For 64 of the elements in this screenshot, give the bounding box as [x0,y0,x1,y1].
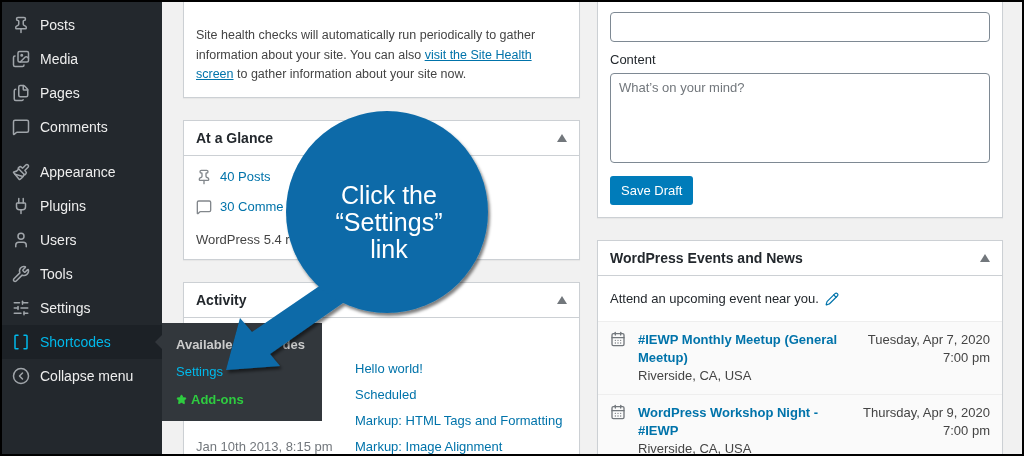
menu-icon [12,333,30,351]
submenu-link[interactable]: Settings [176,364,308,380]
sidebar-item[interactable]: Comments [2,110,162,144]
events-intro: Attend an upcoming event near you. [610,291,819,306]
content-field[interactable]: What’s on your mind? [610,73,990,163]
card-title: Activity [196,291,247,308]
menu-icon [12,84,30,102]
callout-text: link [370,236,408,263]
sidebar-item[interactable]: Posts [2,8,162,42]
event-link[interactable]: #IEWP Monthly Meetup (General Meetup) [638,331,842,367]
card-title: At a Glance [196,129,274,146]
star-icon [176,393,187,405]
menu-icon [12,265,30,283]
event-location: Riverside, CA, USA [638,440,753,454]
card-title: WordPress Events and News [610,250,803,266]
activity-date: Jan 10th 2013, 8:15 pm [196,439,333,454]
event-link[interactable]: WordPress Workshop Night - #IEWP [638,404,842,440]
menu-icon [12,163,30,181]
activity-post-link[interactable]: Markup: HTML Tags and Formatting [355,413,567,428]
site-health-link[interactable]: visit the Site Health [424,47,532,62]
event-time: 7:00 pm [942,349,990,367]
submenu-heading: des [282,337,305,353]
sidebar-item[interactable]: Collapse menu [2,359,162,393]
calendar-icon [610,404,626,420]
menu-icon [12,16,30,34]
menu-icon [12,231,30,249]
sidebar-item[interactable]: Media [2,42,162,76]
sidebar-item[interactable]: Appearance [2,155,162,189]
menu-icon [12,367,30,385]
site-health-text: Site health checks will automatically run periodically to gather information about your site. You can also visit the Site Health screen to gather information about your site now. [196,27,537,83]
menu-icon [12,299,30,317]
event-date: Thursday, Apr 9, 2020 [862,404,990,422]
field-label: Content [610,52,657,67]
glance-link[interactable]: 40 Posts [220,169,271,184]
activity-post-link[interactable]: Markup: Image Alignment [355,439,567,454]
sidebar-item[interactable]: Tools [2,257,162,291]
event-date: Tuesday, Apr 7, 2020 [866,331,990,349]
callout-text: Click the [341,182,437,209]
pin-icon [196,168,212,185]
glance-link[interactable]: 30 Comme [220,199,284,214]
activity-post-link[interactable]: Scheduled [355,387,567,402]
site-health-link[interactable]: screen [196,67,234,81]
calendar-icon [610,331,626,347]
sidebar-item[interactable]: Shortcodes [2,325,162,359]
collapse-toggle-icon[interactable] [557,133,567,142]
menu-icon [12,50,30,68]
menu-icon [12,118,30,136]
event-location: Riverside, CA, USA [638,367,753,385]
save-draft-button[interactable]: Save Draft [610,176,694,205]
submenu-heading: Available [176,337,233,353]
pencil-icon[interactable] [824,291,839,306]
collapse-toggle-icon[interactable] [557,295,567,304]
activity-post-link[interactable]: Hello world! [355,361,567,376]
sidebar-item[interactable]: Pages [2,76,162,110]
title-field[interactable] [610,12,990,42]
collapse-toggle-icon[interactable] [980,254,990,262]
sidebar-item[interactable]: Plugins [2,189,162,223]
sidebar-item[interactable]: Users [2,223,162,257]
comment-icon [196,198,212,215]
event-time: 7:00 pm [942,422,990,440]
sidebar-item[interactable]: Settings [2,291,162,325]
submenu-link[interactable]: Add-ons [176,391,308,407]
version-text: WordPress 5.4 r [196,231,290,247]
callout-text: “Settings” [335,209,443,236]
